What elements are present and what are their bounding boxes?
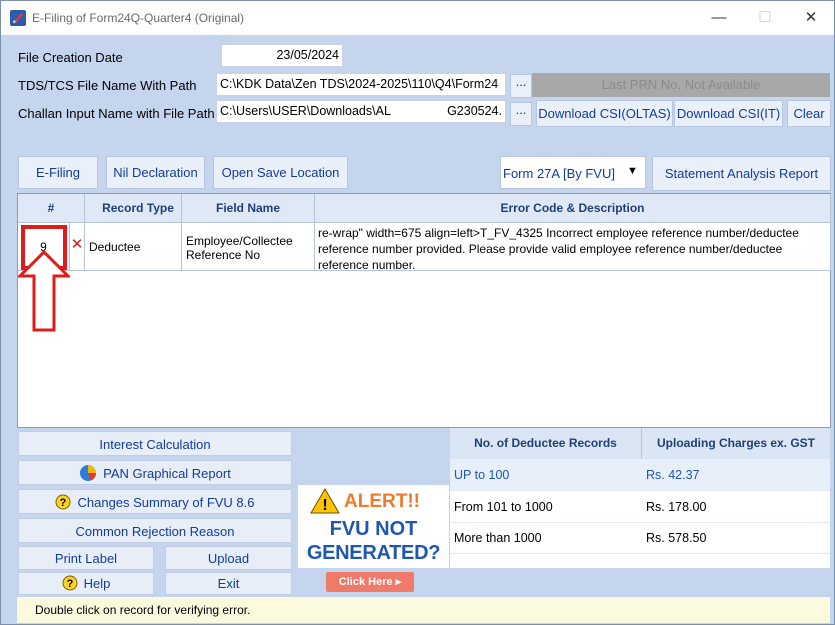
nil-declaration-button[interactable]: Nil Declaration: [106, 156, 205, 189]
minimize-button[interactable]: —: [704, 7, 734, 29]
changes-summary-button[interactable]: ? Changes Summary of FVU 8.6: [18, 489, 292, 514]
charge-range-cell: From 101 to 1000: [450, 491, 642, 523]
svg-text:?: ?: [60, 497, 67, 509]
field-name-cell: Employee/Collectee Reference No: [182, 223, 315, 271]
alert-line1: FVU NOT: [329, 518, 418, 540]
challan-path-start: C:\Users\USER\Downloads\AL: [220, 104, 391, 118]
open-save-location-button[interactable]: Open Save Location: [213, 156, 348, 189]
tds-browse-button[interactable]: ...: [510, 74, 532, 98]
arrow-up-icon: [18, 250, 70, 332]
help-icon: ?: [55, 494, 71, 510]
app-icon: [10, 10, 26, 26]
svg-text:?: ?: [66, 578, 73, 590]
grid-header-record-type[interactable]: Record Type: [85, 194, 182, 223]
interest-calculation-button[interactable]: Interest Calculation: [18, 431, 292, 456]
help-label: Help: [83, 576, 111, 591]
efiling-window: E-Filing of Form24Q-Quarter4 (Original) …: [0, 0, 835, 625]
download-csi-oltas-button[interactable]: Download CSI(OLTAS): [536, 100, 673, 127]
maximize-button[interactable]: ☐: [750, 7, 780, 29]
challan-file-path-field[interactable]: C:\Users\USER\Downloads\AL G230524.: [216, 100, 506, 123]
statement-analysis-report-button[interactable]: Statement Analysis Report: [652, 156, 831, 191]
window-title: E-Filing of Form24Q-Quarter4 (Original): [32, 11, 245, 25]
charges-header-records: No. of Deductee Records: [450, 428, 642, 459]
grid-header-field-name[interactable]: Field Name: [182, 194, 315, 223]
clear-button[interactable]: Clear: [787, 100, 831, 127]
chevron-down-icon: ▼: [627, 165, 638, 177]
warning-icon: !: [310, 488, 340, 514]
challan-browse-button[interactable]: ...: [510, 102, 532, 126]
file-creation-date-field[interactable]: 23/05/2024: [221, 44, 343, 67]
charge-range-cell: More than 1000: [450, 522, 642, 554]
status-bar: Double click on record for verifying err…: [17, 597, 830, 623]
tds-file-label: TDS/TCS File Name With Path: [18, 78, 197, 93]
charge-amount-cell: Rs. 42.37: [642, 459, 830, 491]
charge-amount-cell: Rs. 178.00: [642, 491, 830, 523]
fvu-alert-panel: ! ALERT!! FVU NOT GENERATED?: [298, 485, 449, 568]
challan-file-label: Challan Input Name with File Path: [18, 106, 215, 121]
alert-title: ALERT!!: [344, 491, 420, 512]
title-bar: E-Filing of Form24Q-Quarter4 (Original) …: [1, 1, 834, 35]
pan-graphical-report-button[interactable]: PAN Graphical Report: [18, 460, 292, 485]
changes-summary-label: Changes Summary of FVU 8.6: [77, 495, 255, 510]
download-csi-it-button[interactable]: Download CSI(IT): [674, 100, 783, 127]
help-button[interactable]: ? Help: [18, 572, 154, 595]
error-grid: # Record Type Field Name Error Code & De…: [17, 193, 831, 428]
charges-table: No. of Deductee Records Uploading Charge…: [450, 428, 830, 568]
pie-chart-icon: [80, 465, 97, 481]
grid-header-error-description[interactable]: Error Code & Description: [315, 194, 831, 223]
upload-button[interactable]: Upload: [165, 546, 292, 570]
common-rejection-reason-button[interactable]: Common Rejection Reason: [18, 518, 292, 543]
print-label-button[interactable]: Print Label: [18, 546, 154, 570]
svg-text:!: !: [322, 497, 327, 514]
charges-header-charges: Uploading Charges ex. GST: [642, 428, 830, 459]
click-here-button[interactable]: Click Here ▸: [326, 572, 414, 592]
record-type-cell: Deductee: [85, 223, 182, 271]
error-description-cell: re-wrap" width=675 align=left>T_FV_4325 …: [315, 223, 831, 271]
form-select-value: Form 27A [By FVU]: [503, 166, 615, 181]
exit-button[interactable]: Exit: [165, 572, 292, 595]
efiling-button[interactable]: E-Filing: [18, 156, 98, 189]
alert-line2: GENERATED?: [306, 542, 441, 564]
charge-range-cell: UP to 100: [450, 459, 642, 491]
pan-graphical-report-label: PAN Graphical Report: [103, 466, 231, 481]
error-cross-icon: ✕: [70, 223, 85, 271]
form-select-dropdown[interactable]: Form 27A [By FVU] ▼: [500, 156, 646, 189]
help-icon: ?: [62, 575, 78, 591]
grid-header-num[interactable]: #: [18, 194, 85, 223]
charge-amount-cell: Rs. 578.50: [642, 522, 830, 554]
challan-path-end: G230524.: [447, 101, 502, 122]
file-creation-date-label: File Creation Date: [18, 50, 123, 65]
last-prn-display: Last PRN No. Not Available: [532, 73, 830, 97]
tds-file-path-field[interactable]: C:\KDK Data\Zen TDS\2024-2025\110\Q4\For…: [216, 73, 506, 96]
close-button[interactable]: ✕: [796, 7, 826, 29]
